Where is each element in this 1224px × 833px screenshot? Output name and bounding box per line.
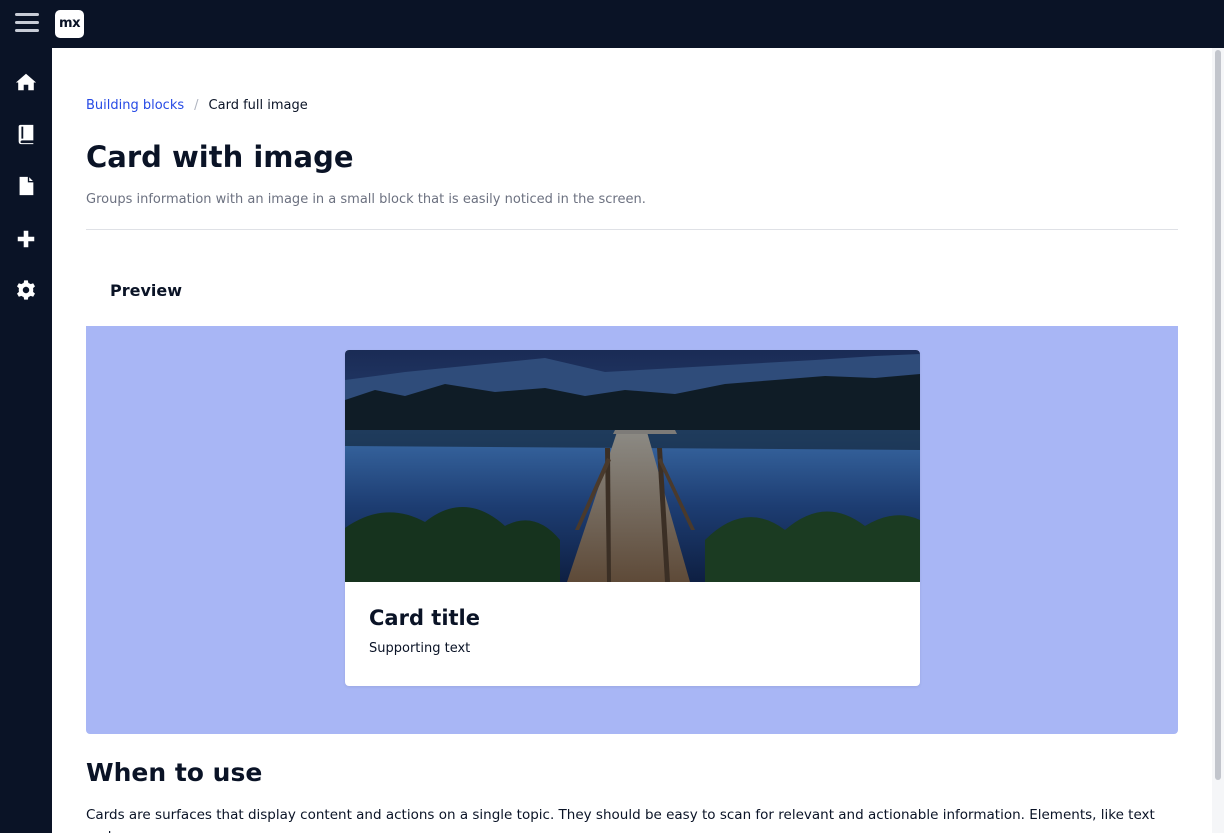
book-icon — [18, 124, 34, 145]
main-content: Building blocks / Card full image Card w… — [52, 48, 1212, 833]
divider — [86, 229, 1178, 230]
sidebar-item-book[interactable] — [0, 108, 52, 160]
lake-dock-night-image — [345, 350, 920, 582]
breadcrumb-separator: / — [194, 98, 199, 113]
scrollbar-thumb[interactable] — [1215, 50, 1221, 780]
plus-icon — [17, 230, 35, 248]
preview-area: Card title Supporting text — [86, 326, 1178, 734]
document-icon — [19, 176, 34, 196]
sidebar-item-add[interactable] — [0, 213, 52, 265]
page-title: Card with image — [86, 140, 354, 174]
top-bar: mx — [0, 0, 1224, 48]
menu-icon[interactable] — [15, 13, 39, 35]
card[interactable]: Card title Supporting text — [345, 350, 920, 686]
breadcrumb-link-building-blocks[interactable]: Building blocks — [86, 98, 184, 113]
sidebar-item-document[interactable] — [0, 160, 52, 212]
scrollbar[interactable] — [1212, 48, 1224, 833]
gear-icon — [17, 280, 35, 300]
preview-header: Preview — [86, 254, 1178, 326]
sidebar-item-settings[interactable] — [0, 264, 52, 316]
card-title: Card title — [369, 606, 480, 630]
preview-label: Preview — [110, 281, 183, 300]
home-icon — [15, 73, 37, 91]
app-logo[interactable]: mx — [55, 10, 84, 38]
section-text: Cards are surfaces that display content … — [86, 807, 1155, 833]
breadcrumb: Building blocks / Card full image — [86, 98, 308, 113]
card-supporting-text: Supporting text — [369, 641, 471, 656]
breadcrumb-current: Card full image — [208, 98, 308, 113]
sidebar — [0, 48, 52, 833]
page-subtitle: Groups information with an image in a sm… — [86, 192, 646, 207]
sidebar-item-home[interactable] — [0, 56, 52, 108]
section-title: When to use — [86, 758, 263, 787]
